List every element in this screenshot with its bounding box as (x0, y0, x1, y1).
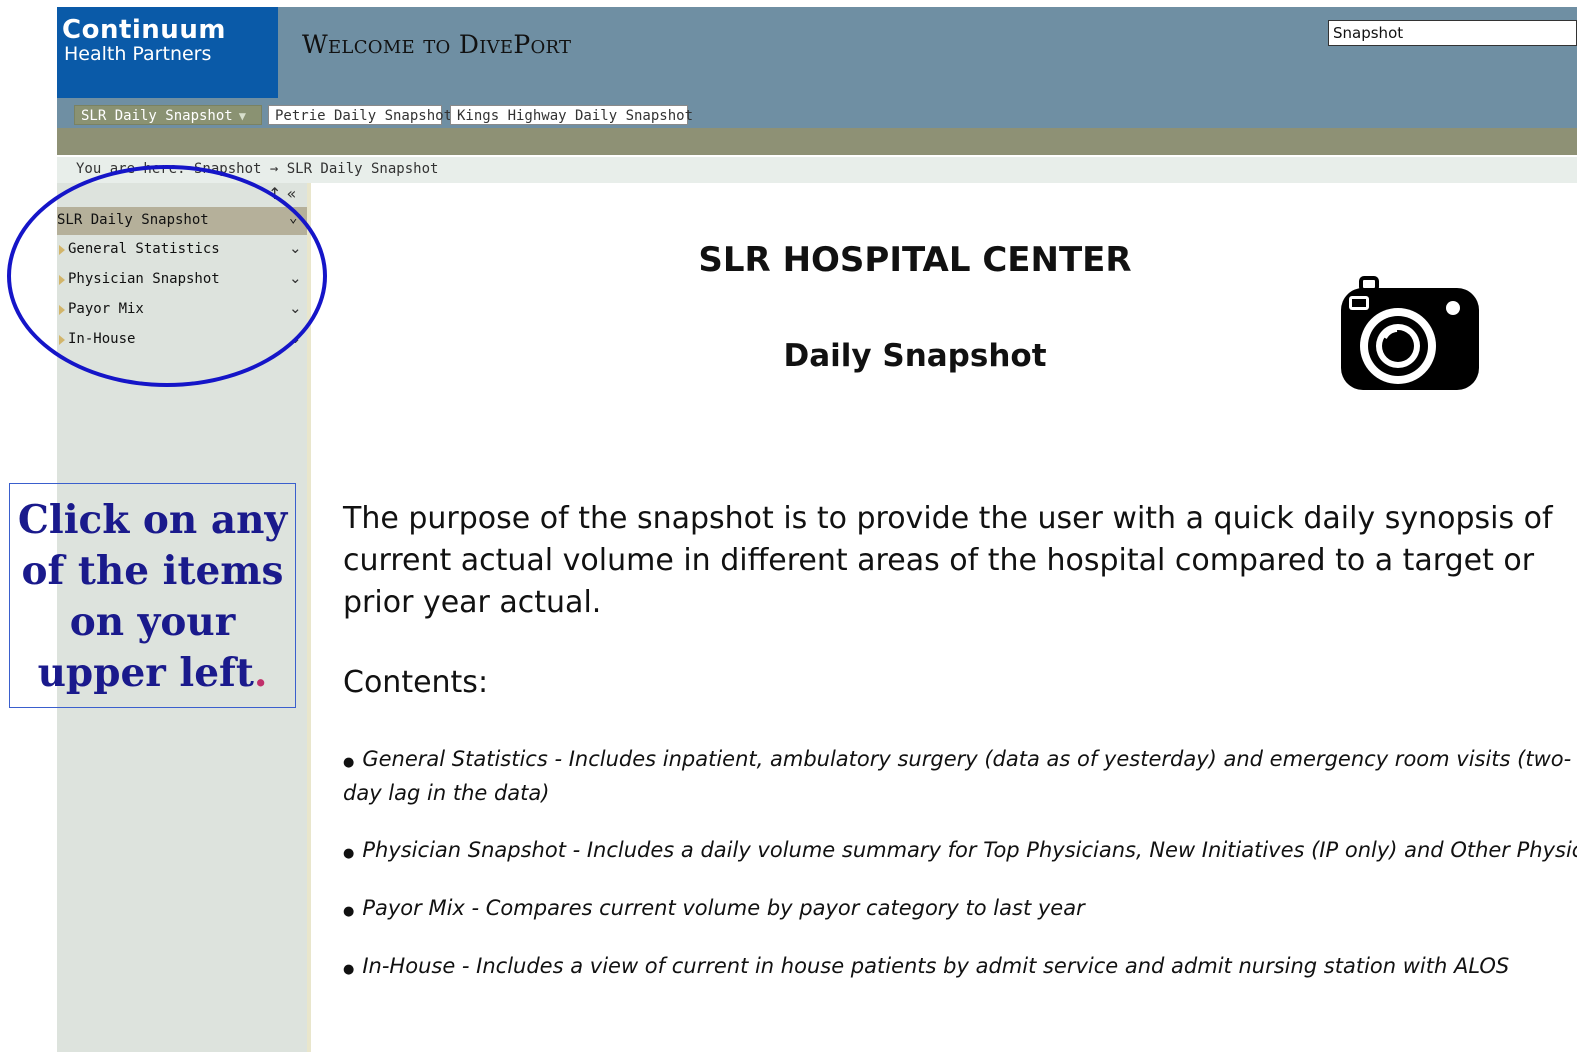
tab-kings-highway-daily-snapshot[interactable]: Kings Highway Daily Snapshot (450, 105, 693, 125)
logo[interactable]: Continuum Health Partners (57, 7, 278, 98)
bullet-icon: ● (343, 846, 355, 861)
contents-item-text: Payor Mix - Compares current volume by p… (362, 896, 1085, 920)
callout-message: Click on any of the items on your upper … (17, 497, 288, 696)
callout-period: . (253, 650, 268, 696)
breadcrumb: You are here: Snapshot → SLR Daily Snaps… (57, 157, 1577, 183)
contents-item: ● Physician Snapshot - Includes a daily v… (343, 835, 1577, 869)
contents-heading: Contents: (343, 665, 489, 700)
search-input[interactable] (1328, 20, 1577, 46)
page-title: SLR HOSPITAL CENTER (698, 240, 1132, 280)
bullet-icon: ● (343, 962, 355, 977)
contents-item: ● In-House - Includes a view of current i… (343, 951, 1577, 985)
logo-line2: Health Partners (64, 43, 212, 65)
tab-label: SLR Daily Snapshot (81, 108, 233, 124)
highlight-ellipse (7, 165, 327, 387)
purpose-paragraph: The purpose of the snapshot is to provid… (343, 501, 1553, 620)
bullet-icon: ● (343, 904, 355, 919)
contents-item-text: Physician Snapshot - Includes a daily vo… (362, 838, 1577, 862)
callout-text: Click on any of the items on your upper … (9, 495, 296, 699)
contents-item-text: General Statistics - Includes inpatient,… (343, 747, 1572, 805)
camera-icon (1341, 276, 1479, 390)
welcome-title: Welcome to DivePort (302, 30, 572, 59)
tab-label: Kings Highway Daily Snapshot (457, 108, 694, 124)
contents-item: ● Payor Mix - Compares current volume by … (343, 893, 1577, 927)
tab-petrie-daily-snapshot[interactable]: Petrie Daily Snapshot (268, 105, 452, 125)
chevron-down-icon[interactable]: ▼ (239, 109, 246, 123)
contents-item-text: In-House - Includes a view of current in… (362, 954, 1510, 978)
tab-label: Petrie Daily Snapshot (275, 108, 453, 124)
bullet-icon: ● (343, 755, 355, 770)
page-subtitle: Daily Snapshot (783, 338, 1047, 374)
logo-line1: Continuum (62, 15, 226, 45)
contents-item: ● General Statistics - Includes inpatient… (343, 744, 1577, 809)
tab-slr-daily-snapshot[interactable]: SLR Daily Snapshot ▼ (74, 105, 262, 125)
toolbar-strip (57, 128, 1577, 155)
